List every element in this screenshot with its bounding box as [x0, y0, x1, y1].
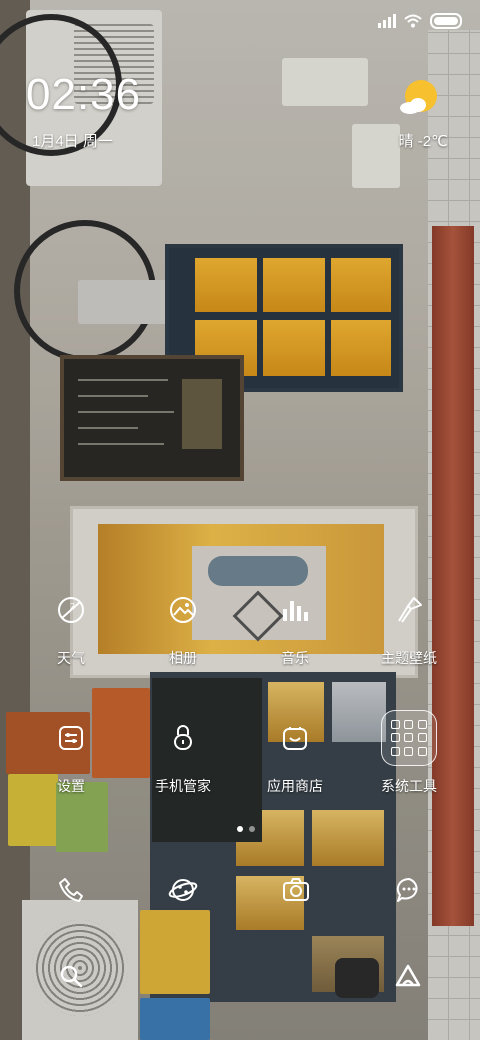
svg-text:2: 2	[70, 602, 75, 611]
weather-summary[interactable]: 晴 -2℃	[399, 130, 448, 151]
app-label: 主题壁纸	[381, 650, 437, 666]
app-label: 应用商店	[267, 778, 323, 794]
battery-icon	[430, 13, 462, 29]
sun-cloud-icon[interactable]	[398, 78, 440, 120]
app-weather[interactable]: 2 天气	[16, 586, 126, 668]
app-security[interactable]: 手机管家	[128, 714, 238, 796]
app-label: 手机管家	[155, 778, 211, 794]
dock-browser[interactable]	[159, 866, 207, 914]
phone-icon	[59, 878, 83, 902]
app-gallery[interactable]: 相册	[128, 586, 238, 668]
app-store-icon	[271, 714, 319, 762]
messages-icon	[396, 877, 418, 902]
weather-icon: 2	[47, 586, 95, 634]
clock-time[interactable]: 02:36	[26, 70, 141, 120]
app-store[interactable]: 应用商店	[240, 714, 350, 796]
folder-icon	[381, 710, 437, 766]
signal-icon	[378, 14, 396, 28]
dock-phone[interactable]	[47, 866, 95, 914]
gallery-icon	[159, 586, 207, 634]
search-icon	[60, 965, 83, 988]
app-settings[interactable]: 设置	[16, 714, 126, 796]
browser-icon	[168, 879, 198, 901]
search-button[interactable]	[47, 952, 95, 1000]
app-label: 设置	[57, 778, 85, 794]
dock-messages[interactable]	[385, 866, 433, 914]
themes-icon	[385, 586, 433, 634]
page-dot	[249, 826, 255, 832]
app-label: 音乐	[281, 650, 309, 666]
assistant-icon	[395, 964, 421, 987]
camera-icon	[283, 878, 309, 901]
folder-system-tools[interactable]: 系统工具	[354, 710, 464, 796]
app-themes[interactable]: 主题壁纸	[354, 586, 464, 668]
page-dot-active	[237, 826, 243, 832]
status-bar	[378, 10, 462, 32]
dock-camera[interactable]	[272, 866, 320, 914]
app-label: 相册	[169, 650, 197, 666]
security-icon	[159, 714, 207, 762]
music-icon	[271, 586, 319, 634]
settings-icon	[47, 714, 95, 762]
app-music[interactable]: 音乐	[240, 586, 350, 668]
wifi-icon	[404, 14, 422, 28]
page-indicator[interactable]	[237, 826, 255, 832]
app-label: 系统工具	[381, 778, 437, 794]
assistant-button[interactable]	[384, 952, 432, 1000]
app-label: 天气	[57, 650, 85, 666]
clock-date[interactable]: 1月4日 周一	[32, 130, 113, 151]
